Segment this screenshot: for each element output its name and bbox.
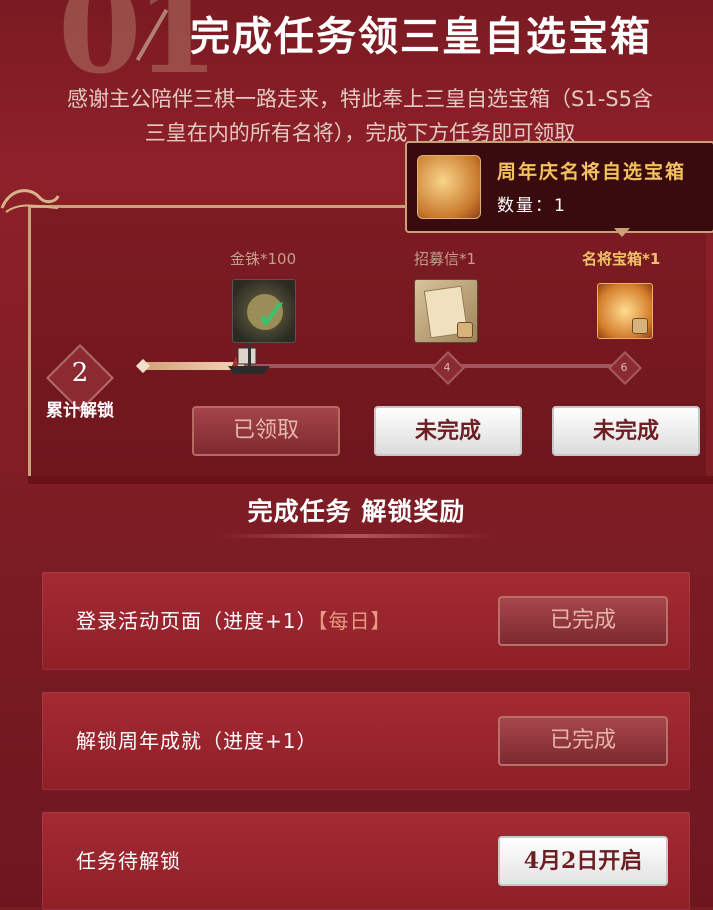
chest-icon[interactable] [597,283,653,339]
lock-icon [632,318,648,334]
reward-label-coin: 金铢*100 [230,250,297,268]
coin-icon[interactable]: ✓ [232,279,296,343]
checkmark-icon: ✓ [255,290,291,339]
task-row: 登录活动页面（进度+1）【每日】 已完成 [42,572,690,670]
task-text: 登录活动页面（进度+1） [76,609,318,633]
section-title: 完成任务 解锁奖励 [247,497,466,526]
reward-label-letter: 招募信*1 [414,250,477,268]
task-complete-button[interactable]: 已完成 [498,716,668,766]
unlock-count-label: 累计解锁 [46,401,114,421]
letter-icon[interactable] [414,279,478,343]
ship-icon [228,344,270,374]
claimed-button[interactable]: 已领取 [192,406,340,456]
reward-tooltip: 周年庆名将自选宝箱 数量：1 [405,141,713,233]
task-row: 解锁周年成就（进度+1） 已完成 [42,692,690,790]
corner-ornament-icon [0,189,60,213]
reward-label-chest: 名将宝箱*1 [582,250,661,268]
task-text: 任务待解锁 [76,849,181,873]
description-line-1: 感谢主公陪伴三棋一路走来，特此奉上三皇自选宝箱（S1-S5含 [67,87,653,111]
tooltip-chest-icon [417,155,481,219]
task-row: 任务待解锁 4月2日开启 [42,812,690,910]
tooltip-quantity: 数量：1 [497,196,567,216]
page-title: 完成任务领三皇自选宝箱 [190,13,652,60]
task-daily-tag: 【每日】 [317,609,392,633]
task-open-date-button[interactable]: 4月2日开启 [498,836,668,886]
progress-node-label-4: 4 [443,361,451,374]
tooltip-title: 周年庆名将自选宝箱 [497,161,687,183]
task-complete-button[interactable]: 已完成 [498,596,668,646]
task-label: 解锁周年成就（进度+1） [76,725,317,754]
progress-node-label-6: 6 [620,361,628,374]
task-label: 任务待解锁 [76,845,181,874]
section-divider [28,476,713,484]
unlock-count: 2 [71,358,89,388]
lock-icon [457,322,473,338]
task-label: 登录活动页面（进度+1）【每日】 [76,605,391,634]
tooltip-arrow [614,228,630,237]
letter-status-button[interactable]: 未完成 [374,406,522,456]
section-underline [216,534,496,538]
chest-status-button[interactable]: 未完成 [552,406,700,456]
task-text: 解锁周年成就（进度+1） [76,729,318,753]
description: 感谢主公陪伴三棋一路走来，特此奉上三皇自选宝箱（S1-S5含 三皇在内的所有名将… [30,82,690,150]
